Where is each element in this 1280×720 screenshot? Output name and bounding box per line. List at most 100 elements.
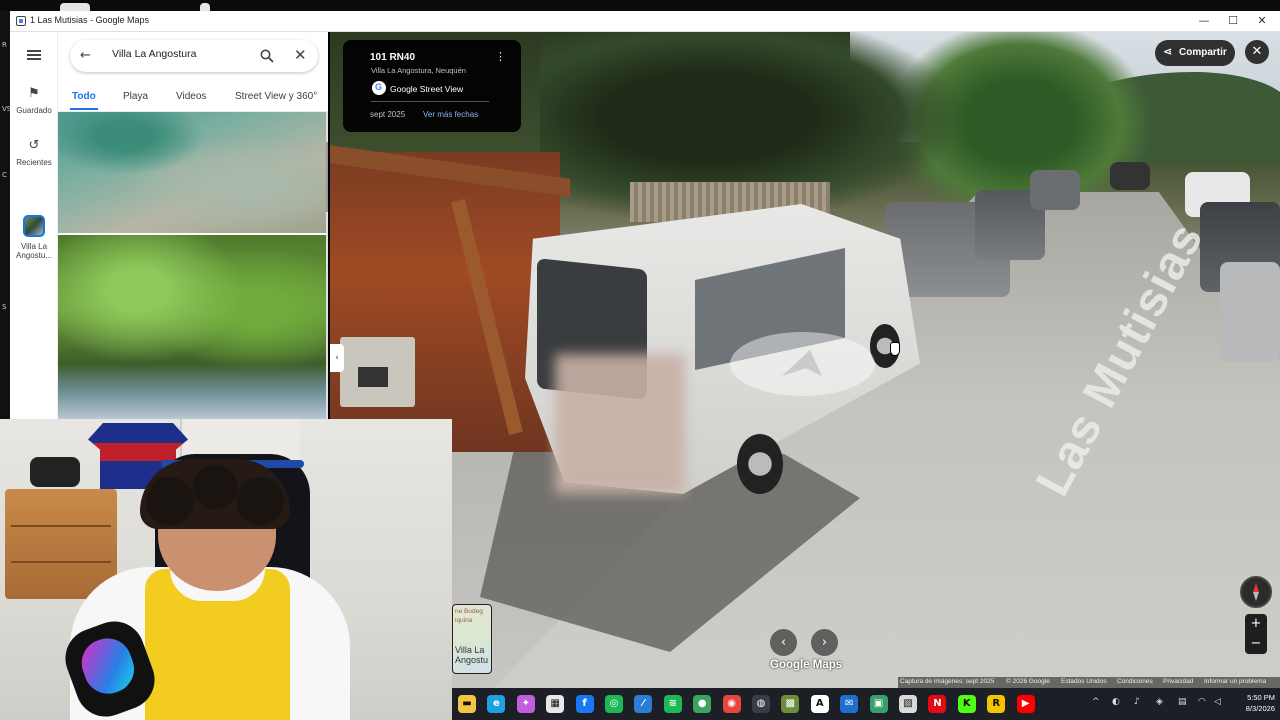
meter-box <box>340 337 415 407</box>
browser-tab-stub[interactable] <box>60 3 90 11</box>
discord-icon[interactable]: ● <box>693 695 712 713</box>
spotify-icon[interactable]: ≋ <box>663 695 682 713</box>
capture-date: sept 2025 <box>370 110 406 119</box>
bookmark-icon: ⚑ <box>28 86 40 101</box>
map-footer: Captura de imágenes: sept 2025 © 2026 Go… <box>898 677 1280 688</box>
minecraft-icon[interactable]: ▩ <box>781 695 800 713</box>
window-titlebar: 1 Las Mutisias - Google Maps — ☐ ✕ <box>10 11 1280 32</box>
zoom-in-button[interactable]: + <box>1245 614 1267 634</box>
place-thumbnail <box>23 215 45 237</box>
footer-capture: Captura de imágenes: sept 2025 <box>900 678 995 685</box>
zoom-control: + − <box>1245 614 1267 654</box>
share-icon: ⋖ <box>1163 45 1173 58</box>
capcut-icon[interactable]: A <box>810 695 829 713</box>
street-view-info-card: 101 RN40 ⋮ Villa La Angostura, Neuquén G… <box>343 40 521 132</box>
edge-icon[interactable]: e <box>487 695 506 713</box>
microphone-tray-icon[interactable]: ♪ <box>1134 697 1140 707</box>
parked-car <box>1110 162 1150 190</box>
clock-date: 8/3/2026 <box>1245 704 1275 713</box>
webcam-overlay <box>0 419 452 720</box>
game-icon[interactable]: ▣ <box>869 695 888 713</box>
vscode-icon[interactable]: ⁄ <box>634 695 653 713</box>
rail-recent[interactable]: ↺ Recientes <box>10 138 58 167</box>
streamer-hair <box>140 459 290 529</box>
mail-icon[interactable]: ✉ <box>840 695 859 713</box>
tab-street-view[interactable]: Street View y 360° <box>235 91 317 102</box>
divider <box>371 101 489 102</box>
copilot-icon[interactable]: ✦ <box>516 695 535 713</box>
minimize-button[interactable]: — <box>1190 13 1218 29</box>
address-title: 101 RN40 <box>370 52 416 63</box>
footer-country[interactable]: Estados Unidos <box>1061 678 1107 685</box>
results-tabs: Todo Playa Videos Street View y 360° <box>58 88 328 112</box>
navigation-arrow[interactable] <box>730 332 875 396</box>
result-photo-river[interactable] <box>58 112 326 233</box>
panel-scrollbar[interactable] <box>326 112 328 419</box>
spotify-alt-icon[interactable]: ◎ <box>605 695 623 713</box>
close-street-view-button[interactable]: ✕ <box>1245 40 1269 64</box>
rail-recent-label: Recientes <box>16 158 52 167</box>
google-icon <box>372 81 386 95</box>
desktop-top-strip <box>0 0 1280 11</box>
taskbar: ^ ◐ ♪ ◈ ▤ ◠ ◁ 5:50 PM 8/3/2026 ▬ e ✦ ▦ f ◎ ⁄ ≋ ●… <box>452 688 1280 720</box>
menu-icon[interactable] <box>27 50 41 60</box>
share-button[interactable]: ⋖ Compartir <box>1155 40 1235 66</box>
facebook-icon[interactable]: f <box>575 695 594 713</box>
rail-place[interactable]: Villa La Angostu... <box>10 215 58 260</box>
desktop-left-edge: R VS C S <box>0 11 11 419</box>
file-explorer-icon[interactable]: ▬ <box>458 695 476 713</box>
next-photo-button[interactable]: › <box>811 629 838 656</box>
chrome-icon[interactable]: ◉ <box>722 695 741 713</box>
security-icon[interactable]: ◈ <box>1156 697 1163 707</box>
address-locality: Villa La Angostura, Neuquén <box>371 66 466 75</box>
minimap[interactable]: ne Bodeg iquina Villa La Angostu <box>452 604 492 674</box>
source-label: Google Street View <box>390 84 464 94</box>
store-icon[interactable]: ▦ <box>546 695 565 713</box>
youtube-icon[interactable]: ▶ <box>1016 695 1035 713</box>
browser-tab-stub[interactable] <box>200 3 210 11</box>
netflix-icon[interactable]: N <box>928 695 947 713</box>
minimap-label: iquina <box>455 617 473 624</box>
clock[interactable]: 5:50 PM 8/3/2026 <box>1231 692 1275 714</box>
footer-terms-link[interactable]: Condiciones <box>1117 678 1153 685</box>
volume-icon[interactable]: ◁ <box>1214 697 1221 707</box>
search-box: ← ✕ <box>70 40 318 72</box>
keyboard-icon[interactable]: ▤ <box>1178 697 1187 707</box>
clear-search-icon[interactable]: ✕ <box>294 46 307 64</box>
share-label: Compartir <box>1179 47 1227 58</box>
rail-place-label: Villa La Angostu... <box>15 242 53 260</box>
dresser <box>5 489 117 599</box>
more-dates-link[interactable]: Ver más fechas <box>423 110 478 119</box>
rockstar-icon[interactable]: R <box>987 695 1006 713</box>
window-title: 1 Las Mutisias - Google Maps <box>30 15 150 25</box>
wifi-icon[interactable]: ◠ <box>1198 697 1206 707</box>
tab-videos[interactable]: Videos <box>176 91 206 102</box>
minimap-place: Villa La Angostu <box>455 645 489 665</box>
maximize-button[interactable]: ☐ <box>1219 13 1247 29</box>
kick-icon[interactable]: K <box>957 695 976 713</box>
back-arrow-icon[interactable]: ← <box>80 48 91 63</box>
desktop-edge-label: R <box>2 41 7 49</box>
search-icon[interactable] <box>260 49 274 63</box>
search-panel: ← ✕ Todo Playa Videos Street View y 360° <box>58 32 328 419</box>
tray-overflow-icon[interactable]: ^ <box>1092 697 1100 707</box>
history-icon: ↺ <box>28 138 40 153</box>
footer-privacy-link[interactable]: Privacidad <box>1163 678 1193 685</box>
tab-playa[interactable]: Playa <box>123 91 148 102</box>
zoom-out-button[interactable]: − <box>1245 634 1267 654</box>
collapse-panel-button[interactable]: ‹ <box>330 344 344 372</box>
search-input[interactable] <box>112 48 252 60</box>
previous-photo-button[interactable]: ‹ <box>770 629 797 656</box>
roblox-icon[interactable]: ▧ <box>899 695 917 713</box>
close-window-button[interactable]: ✕ <box>1248 13 1276 29</box>
result-photo-vegetation[interactable] <box>58 235 326 419</box>
obs-icon[interactable]: ◍ <box>752 695 770 713</box>
more-options-icon[interactable]: ⋮ <box>495 51 506 62</box>
rail-saved[interactable]: ⚑ Guardado <box>10 86 58 115</box>
tab-todo[interactable]: Todo <box>70 91 98 110</box>
compass-icon[interactable] <box>1240 576 1272 608</box>
footer-report-link[interactable]: Informar un problema <box>1204 678 1266 685</box>
desktop-edge-label: S <box>2 303 7 311</box>
left-rail: ⚑ Guardado ↺ Recientes Villa La Angostu.… <box>10 32 58 419</box>
network-activity-icon[interactable]: ◐ <box>1112 697 1120 707</box>
